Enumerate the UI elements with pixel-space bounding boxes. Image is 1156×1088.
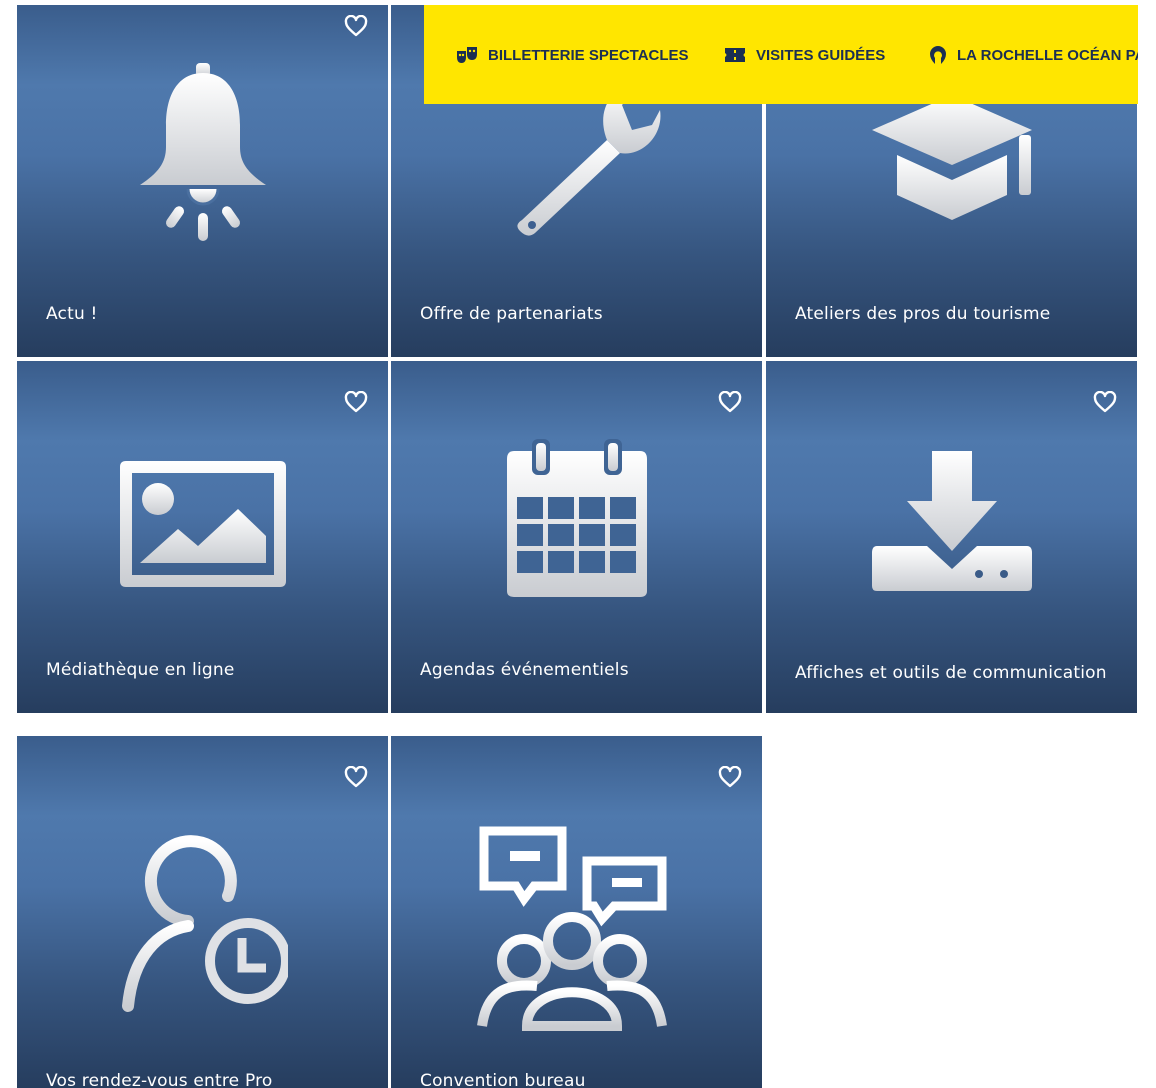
ticket-icon (725, 48, 745, 62)
tile-mediatheque[interactable]: Médiathèque en ligne (17, 361, 388, 713)
location-pin-icon (930, 46, 946, 64)
tile-label: Vos rendez-vous entre Pro (46, 1071, 273, 1088)
meeting-group-icon (476, 826, 667, 1031)
tile-label: Offre de partenariats (420, 304, 603, 324)
tile-rendez-vous[interactable]: Vos rendez-vous entre Pro (17, 736, 388, 1088)
heart-icon[interactable] (1093, 391, 1117, 413)
heart-icon[interactable] (718, 391, 742, 413)
billetterie-label: BILLETTERIE SPECTACLES (488, 46, 689, 64)
heart-icon[interactable] (344, 766, 368, 788)
visites-guidees-link[interactable]: VISITES GUIDÉES (724, 43, 885, 67)
download-icon (871, 451, 1032, 591)
tile-grid: Actu ! Offre de partenariats Ateliers de… (17, 5, 1138, 1088)
tile-actu[interactable]: Actu ! (17, 5, 388, 357)
quick-links-bar: BILLETTERIE SPECTACLES VISITES GUIDÉES L… (424, 5, 1138, 104)
image-icon (119, 461, 286, 587)
tile-label: Agendas événementiels (420, 660, 629, 680)
bell-icon (139, 63, 266, 241)
visites-guidees-label: VISITES GUIDÉES (756, 46, 886, 64)
ocean-pass-link[interactable]: LA ROCHELLE OCÉAN PASS (929, 43, 1138, 67)
calendar-icon (506, 439, 647, 597)
ocean-pass-label: LA ROCHELLE OCÉAN PASS (957, 46, 1138, 64)
tile-convention-bureau[interactable]: Convention bureau (391, 736, 762, 1088)
heart-icon[interactable] (718, 766, 742, 788)
theater-masks-icon (457, 47, 477, 63)
tile-label: Affiches et outils de communication (795, 663, 1107, 683)
tile-label: Actu ! (46, 304, 98, 324)
heart-icon[interactable] (344, 391, 368, 413)
billetterie-link[interactable]: BILLETTERIE SPECTACLES (456, 43, 689, 67)
user-clock-icon (121, 835, 288, 1012)
tile-label: Convention bureau (420, 1071, 586, 1088)
tile-agendas[interactable]: Agendas événementiels (391, 361, 762, 713)
heart-icon[interactable] (344, 15, 368, 37)
tile-affiches[interactable]: Affiches et outils de communication (766, 361, 1137, 713)
tile-label: Médiathèque en ligne (46, 660, 235, 680)
tile-label: Ateliers des pros du tourisme (795, 304, 1051, 324)
